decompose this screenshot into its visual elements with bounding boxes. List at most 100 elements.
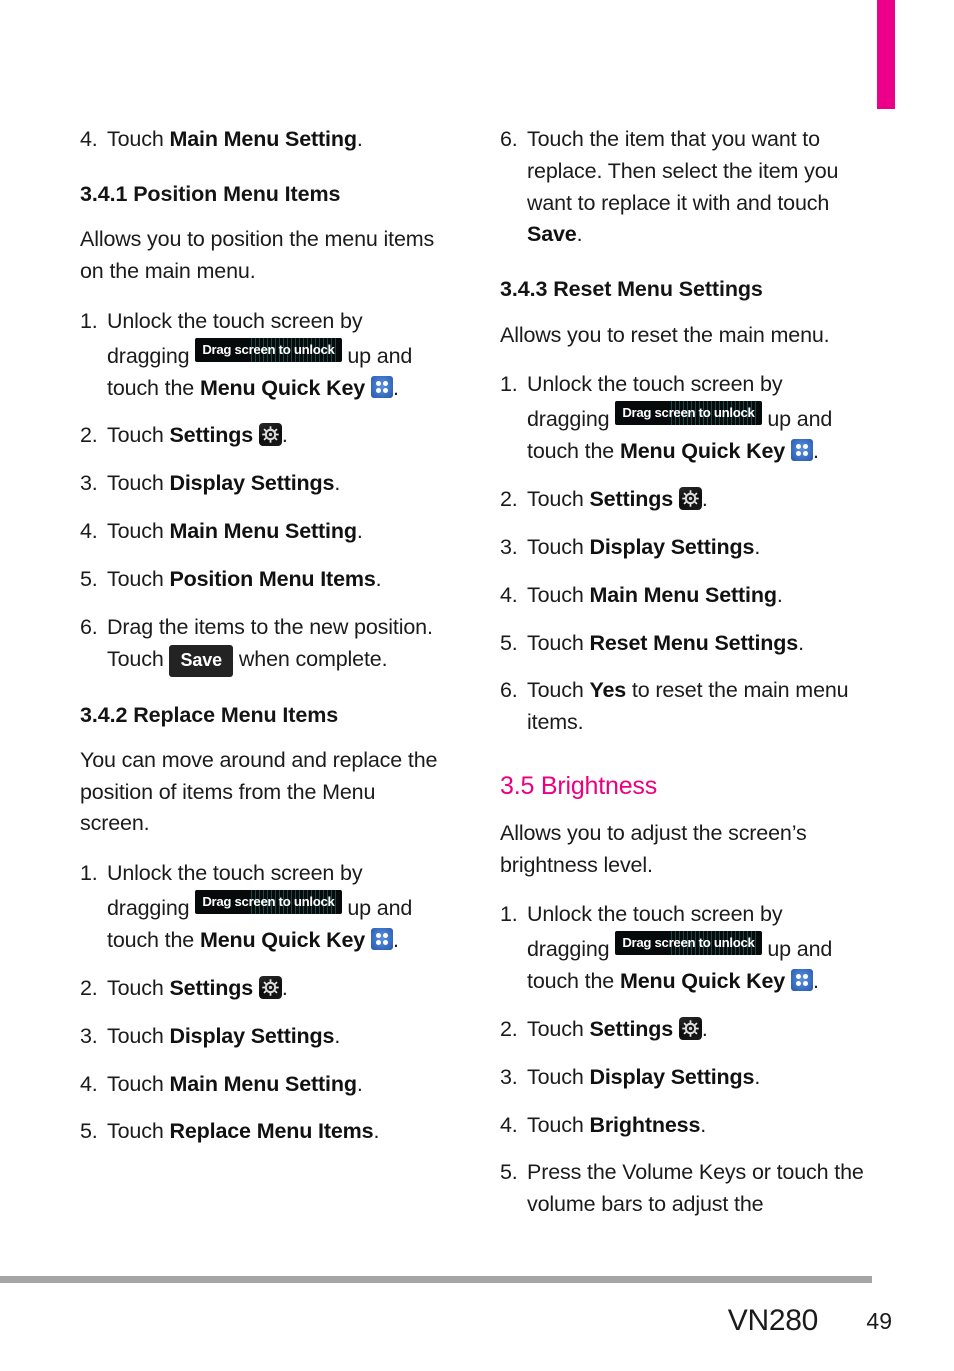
step-text: Touch Position Menu Items. (107, 564, 448, 596)
list-item: 1. Unlock the touch screen by dragging D… (80, 858, 448, 957)
step-text: Touch Brightness. (527, 1110, 868, 1142)
step-text: Touch Settings . (107, 420, 448, 452)
step-text: Touch Display Settings. (107, 468, 448, 500)
menu-quick-key-icon[interactable] (790, 969, 813, 992)
step-text: Touch the item that you want to replace.… (527, 124, 868, 251)
unlock-badge-label: Drag screen to unlock (202, 894, 335, 910)
step-number: 4. (500, 582, 518, 607)
settings-gear-icon[interactable] (258, 423, 282, 447)
drag-screen-to-unlock-badge[interactable]: Drag screen to unlock (615, 401, 762, 426)
list-item: 4. Touch Main Menu Setting. (80, 516, 448, 548)
intro-3-4-3: Allows you to reset the main menu. (500, 322, 830, 347)
list-item: 5. Touch Reset Menu Settings. (500, 628, 868, 660)
step-number: 5. (500, 630, 518, 655)
menu-quick-key-icon[interactable] (370, 375, 393, 398)
step-text-bold: Replace Menu Items (169, 1119, 374, 1144)
step-text-post: . (373, 1119, 380, 1144)
footer-model-name: VN280 (727, 1304, 819, 1337)
step-number: 2. (80, 423, 98, 448)
step-text-post: . (798, 630, 804, 655)
step-number: 2. (80, 975, 98, 1000)
step-number: 5. (80, 566, 98, 591)
list-item: 5. Touch Position Menu Items. (80, 564, 448, 596)
step-text-bold: Yes (589, 678, 627, 703)
step-number: 6. (500, 127, 518, 151)
step-text-post: . (356, 1071, 363, 1096)
list-item: 6. Drag the items to the new position. T… (80, 612, 448, 677)
step-text: Touch Settings . (527, 1014, 868, 1046)
step-number: 4. (80, 127, 98, 151)
step-text: Press the Volume Keys or touch the volum… (527, 1160, 864, 1217)
page-footer: VN280 49 (0, 1290, 954, 1352)
settings-gear-icon[interactable] (678, 1016, 702, 1040)
step-text-pre: Touch (527, 678, 590, 703)
list-item: 2. Touch Settings . (80, 973, 448, 1005)
step-text: Drag the items to the new position. Touc… (107, 612, 448, 677)
step-text-post: . (392, 375, 399, 400)
step-text-pre: Touch (527, 1112, 590, 1137)
quick-key-dot (795, 451, 801, 457)
step-text-pre: Touch (107, 519, 170, 544)
step-text-pre: Touch (527, 630, 590, 655)
step-text-post: . (356, 127, 363, 151)
step-text-pre: Touch (527, 1016, 590, 1041)
step-text-post: . (776, 582, 783, 607)
drag-screen-to-unlock-badge[interactable]: Drag screen to unlock (195, 890, 342, 915)
step-text: Unlock the touch screen by dragging Drag… (527, 899, 868, 998)
list-item: 5. Touch Replace Menu Items. (80, 1116, 448, 1148)
step-text-pre: Touch the item that you want to replace.… (527, 127, 839, 215)
settings-gear-icon[interactable] (258, 975, 282, 999)
step-text-pre: Touch (107, 423, 170, 448)
step-text-pre: Touch (107, 1071, 170, 1096)
step-number: 1. (80, 861, 98, 886)
save-button-badge[interactable]: Save (169, 644, 234, 677)
steps-3-4-3: 1. Unlock the touch screen by dragging D… (500, 369, 868, 739)
steps-3-5: 1. Unlock the touch screen by dragging D… (500, 899, 868, 1221)
step-number: 6. (80, 614, 98, 639)
list-item: 2. Touch Settings . (80, 420, 448, 452)
step-text-post: . (701, 1016, 708, 1041)
step-text-bold: Menu Quick Key (619, 439, 786, 464)
menu-quick-key-icon[interactable] (370, 928, 393, 951)
unlock-badge-label: Drag screen to unlock (622, 935, 755, 951)
intro-3-4-2: You can move around and replace the posi… (80, 747, 438, 836)
step-text-pre: Touch (527, 1064, 590, 1089)
step-number: 2. (500, 1016, 518, 1041)
step-text: Touch Yes to reset the main menu items. (527, 675, 868, 739)
drag-screen-to-unlock-badge[interactable]: Drag screen to unlock (195, 337, 342, 362)
step-text-bold: Menu Quick Key (199, 928, 366, 953)
step-text: Unlock the touch screen by dragging Drag… (527, 369, 868, 468)
step-number: 5. (80, 1119, 98, 1144)
step-text-pre: Touch (527, 582, 590, 607)
step-number: 1. (80, 308, 98, 333)
footer-page-number: 49 (866, 1307, 892, 1334)
step-number: 5. (500, 1160, 518, 1185)
left-column: 4. Touch Main Menu Setting. 3.4.1 Positi… (80, 124, 448, 1164)
step-text: Touch Settings . (107, 973, 448, 1005)
menu-quick-key-icon[interactable] (790, 439, 813, 462)
right-column: 6. Touch the item that you want to repla… (500, 124, 868, 1237)
drag-screen-to-unlock-badge[interactable]: Drag screen to unlock (615, 931, 762, 956)
step-text-post: . (812, 439, 819, 464)
step-text-post: . (281, 423, 288, 448)
step-text-bold: Settings (589, 1016, 674, 1041)
step-text-bold: Display Settings (169, 1023, 335, 1048)
step-text: Touch Replace Menu Items. (107, 1116, 448, 1148)
heading-3-4-1: 3.4.1 Position Menu Items (80, 181, 341, 206)
footer-divider (0, 1276, 872, 1283)
step-number: 4. (500, 1112, 518, 1137)
step-text-post: . (576, 222, 583, 247)
step-text-bold: Menu Quick Key (199, 375, 366, 400)
step-text-pre: Touch (107, 471, 170, 496)
quick-key-dot (802, 451, 808, 457)
unlock-badge-label: Drag screen to unlock (202, 341, 335, 357)
list-item: 1. Unlock the touch screen by dragging D… (500, 369, 868, 468)
settings-gear-icon[interactable] (678, 487, 702, 511)
quick-key-dot (382, 387, 388, 393)
step-text-post: . (375, 566, 382, 591)
step-number: 3. (80, 1023, 98, 1048)
step-number: 2. (500, 487, 518, 512)
step-number: 3. (80, 471, 98, 496)
heading-3-5-brightness: 3.5 Brightness (500, 771, 658, 800)
step-text-post: . (754, 534, 761, 559)
